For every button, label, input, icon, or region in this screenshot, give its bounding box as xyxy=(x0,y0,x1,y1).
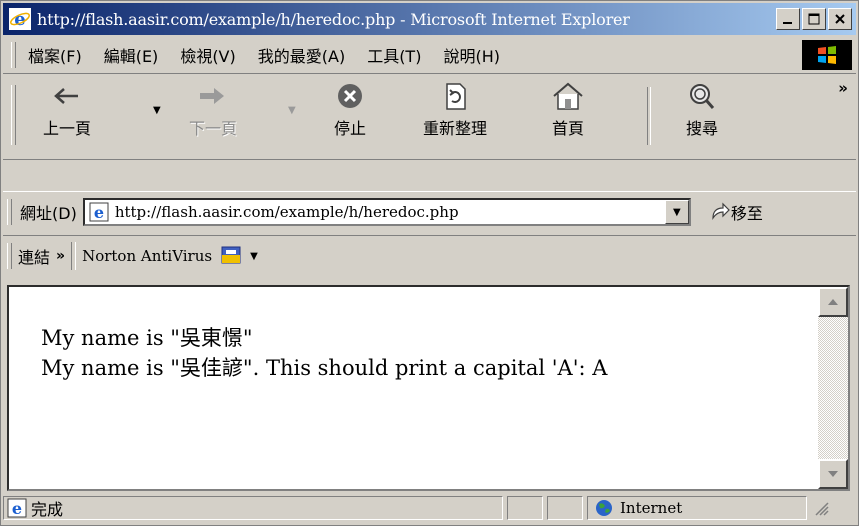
window-title: http://flash.aasir.com/example/h/heredoc… xyxy=(37,9,630,29)
arrow-down-icon xyxy=(828,471,838,477)
stop-label: 停止 xyxy=(333,119,366,138)
stop-icon xyxy=(338,84,362,108)
minimize-button[interactable] xyxy=(776,8,800,30)
go-button[interactable]: 移至 xyxy=(709,200,763,224)
vertical-scrollbar[interactable] xyxy=(818,287,848,489)
address-input[interactable] xyxy=(114,203,635,221)
maximize-icon xyxy=(808,13,820,25)
minimize-icon xyxy=(783,22,792,24)
back-label: 上一頁 xyxy=(43,119,92,138)
svg-text:e: e xyxy=(94,203,104,222)
refresh-label: 重新整理 xyxy=(423,119,488,138)
toolbar-separator xyxy=(647,87,651,145)
page-content: My name is "吳東憬" My name is "吳佳諺". This … xyxy=(7,285,850,491)
toolbar-grip[interactable] xyxy=(11,85,16,145)
page-icon: e xyxy=(89,202,109,222)
globe-icon xyxy=(596,500,612,516)
address-label: 網址(D) xyxy=(20,204,77,223)
page-done-icon: e xyxy=(7,498,27,518)
status-bar: e 完成 Internet xyxy=(3,493,856,523)
scroll-up-button[interactable] xyxy=(818,287,848,317)
maximize-button[interactable] xyxy=(802,8,826,30)
scroll-down-button[interactable] xyxy=(818,459,848,489)
address-bar: 網址(D) e ▼ 移至 xyxy=(3,191,856,232)
home-label: 首頁 xyxy=(551,119,584,138)
svg-text:e: e xyxy=(14,9,25,30)
menu-favorites[interactable]: 我的最愛(A) xyxy=(258,43,345,67)
links-label: 連結 xyxy=(18,248,51,267)
close-button[interactable] xyxy=(828,8,852,30)
close-icon xyxy=(835,14,845,24)
status-text-pane: e 完成 xyxy=(3,496,503,520)
browser-window: e http://flash.aasir.com/example/h/hered… xyxy=(0,0,859,526)
menu-grip[interactable] xyxy=(11,42,16,68)
links-bar: 連結 » Norton AntiVirus ▼ xyxy=(3,235,856,276)
forward-button: 下一頁 xyxy=(189,81,237,139)
norton-dropdown-icon[interactable]: ▼ xyxy=(250,251,258,262)
links-grip[interactable] xyxy=(7,243,12,269)
search-icon xyxy=(690,84,715,109)
back-arrow-icon xyxy=(54,88,78,104)
forward-arrow-icon xyxy=(200,88,224,104)
stop-button[interactable]: 停止 xyxy=(333,81,367,139)
address-grip[interactable] xyxy=(7,199,12,225)
ie-logo-icon: e xyxy=(9,8,31,30)
status-pane-empty-1 xyxy=(507,496,543,520)
norton-antivirus-button[interactable]: Norton AntiVirus xyxy=(82,247,212,265)
menu-tools[interactable]: 工具(T) xyxy=(367,43,421,67)
links-separator xyxy=(71,242,77,270)
page-text: My name is "吳東憬" My name is "吳佳諺". This … xyxy=(41,323,607,383)
standard-toolbar: 上一頁 ▼ 下一頁 ▼ 停止 重新整理 首頁 搜尋 » xyxy=(3,75,856,160)
arrow-up-icon xyxy=(828,299,838,305)
zone-text: Internet xyxy=(620,499,683,517)
go-arrow-icon xyxy=(712,202,730,220)
menu-bar: 檔案(F) 編輯(E) 檢視(V) 我的最愛(A) 工具(T) 說明(H) xyxy=(3,37,856,74)
search-button[interactable]: 搜尋 xyxy=(685,81,719,139)
search-label: 搜尋 xyxy=(685,119,718,138)
go-label: 移至 xyxy=(730,204,763,223)
menu-view[interactable]: 檢視(V) xyxy=(180,43,235,67)
security-zone-pane: Internet xyxy=(587,496,807,520)
title-bar[interactable]: e http://flash.aasir.com/example/h/hered… xyxy=(3,3,856,35)
norton-icon[interactable] xyxy=(220,245,244,267)
back-dropdown-icon[interactable]: ▼ xyxy=(153,105,161,116)
menu-help[interactable]: 說明(H) xyxy=(443,43,500,67)
back-button[interactable]: 上一頁 xyxy=(43,81,91,139)
forward-dropdown-icon: ▼ xyxy=(288,105,296,116)
home-icon xyxy=(553,82,583,110)
links-chevron[interactable]: » xyxy=(56,248,65,264)
address-dropdown-button[interactable]: ▼ xyxy=(664,200,689,224)
menu-edit[interactable]: 編輯(E) xyxy=(104,43,159,67)
refresh-icon xyxy=(446,83,466,110)
menu-file[interactable]: 檔案(F) xyxy=(28,43,82,67)
svg-text:e: e xyxy=(12,499,22,518)
forward-label: 下一頁 xyxy=(189,119,238,138)
resize-grip-icon[interactable] xyxy=(813,500,829,516)
windows-logo-icon xyxy=(802,40,852,70)
status-pane-empty-2 xyxy=(547,496,583,520)
toolbar-more-chevron[interactable]: » xyxy=(838,79,848,97)
home-button[interactable]: 首頁 xyxy=(551,81,585,139)
address-field[interactable]: e ▼ xyxy=(82,198,691,226)
output-line-1: My name is "吳東憬" xyxy=(41,326,253,350)
chevron-down-icon: ▼ xyxy=(672,206,681,218)
output-line-2: My name is "吳佳諺". This should print a ca… xyxy=(41,356,608,380)
refresh-button[interactable]: 重新整理 xyxy=(423,81,487,139)
status-text: 完成 xyxy=(31,500,64,519)
